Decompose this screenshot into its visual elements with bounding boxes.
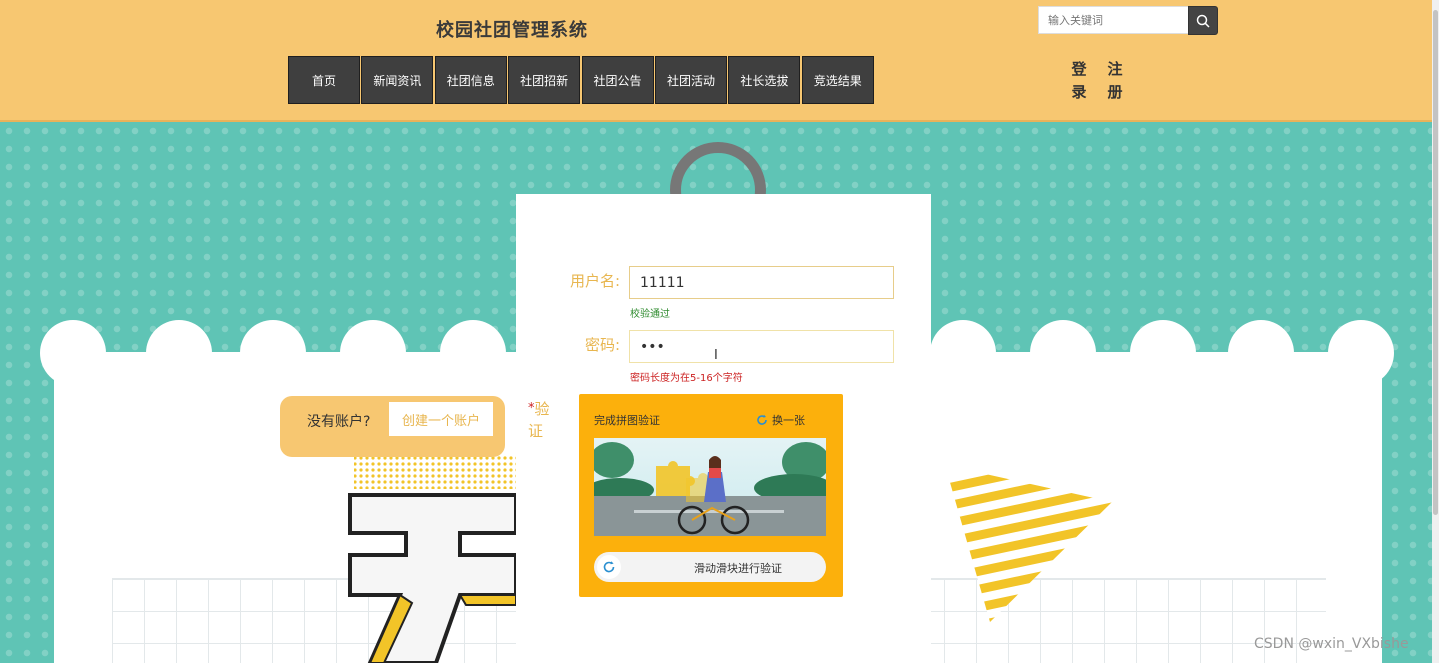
search-button[interactable] [1188, 6, 1218, 35]
username-input[interactable] [629, 266, 894, 299]
page-scrollbar-thumb[interactable] [1433, 10, 1438, 515]
main-nav: 首页 新闻资讯 社团信息 社团招新 社团公告 社团活动 社长选拔 竞选结果 [288, 56, 875, 104]
nav-item-club-info[interactable]: 社团信息 [434, 56, 507, 104]
register-link[interactable]: 注册 [1106, 58, 1124, 104]
nav-item-recruitment[interactable]: 社团招新 [508, 56, 581, 104]
no-account-text: 没有账户? [307, 414, 371, 430]
captcha-slider-text: 滑动滑块进行验证 [694, 562, 782, 575]
nav-item-activities[interactable]: 社团活动 [654, 56, 727, 104]
username-label: 用户名: [569, 272, 620, 290]
nav-item-home[interactable]: 首页 [288, 56, 360, 104]
watermark: CSDN @wxin_VXbishe [1254, 636, 1409, 652]
text-cursor-icon: I [714, 348, 718, 363]
nav-item-president-election[interactable]: 社长选拔 [728, 56, 801, 104]
captcha-refresh-label: 换一张 [772, 414, 805, 427]
captcha-title: 完成拼图验证 [594, 414, 660, 427]
username-hint: 校验通过 [630, 309, 670, 320]
password-label: 密码: [584, 336, 620, 354]
search-input[interactable] [1038, 6, 1189, 34]
login-link[interactable]: 登录 [1070, 58, 1088, 104]
captcha-puzzle-image [594, 438, 826, 536]
nav-item-news[interactable]: 新闻资讯 [361, 56, 434, 104]
striped-triangle-decoration [945, 465, 1112, 622]
password-hint: 密码长度为在5-16个字符 [630, 373, 743, 384]
nav-item-election-results[interactable]: 竞选结果 [801, 56, 874, 104]
captcha-refresh-button[interactable]: 换一张 [756, 412, 805, 428]
site-title: 校园社团管理系统 [436, 20, 588, 41]
decorative-character-art [348, 455, 520, 663]
verify-label: *验证 [528, 398, 558, 442]
create-account-button[interactable]: 创建一个账户 [389, 402, 493, 436]
password-input[interactable] [629, 330, 894, 363]
nav-item-announcements[interactable]: 社团公告 [581, 56, 654, 104]
search-icon [1196, 14, 1210, 28]
refresh-icon [757, 414, 767, 425]
